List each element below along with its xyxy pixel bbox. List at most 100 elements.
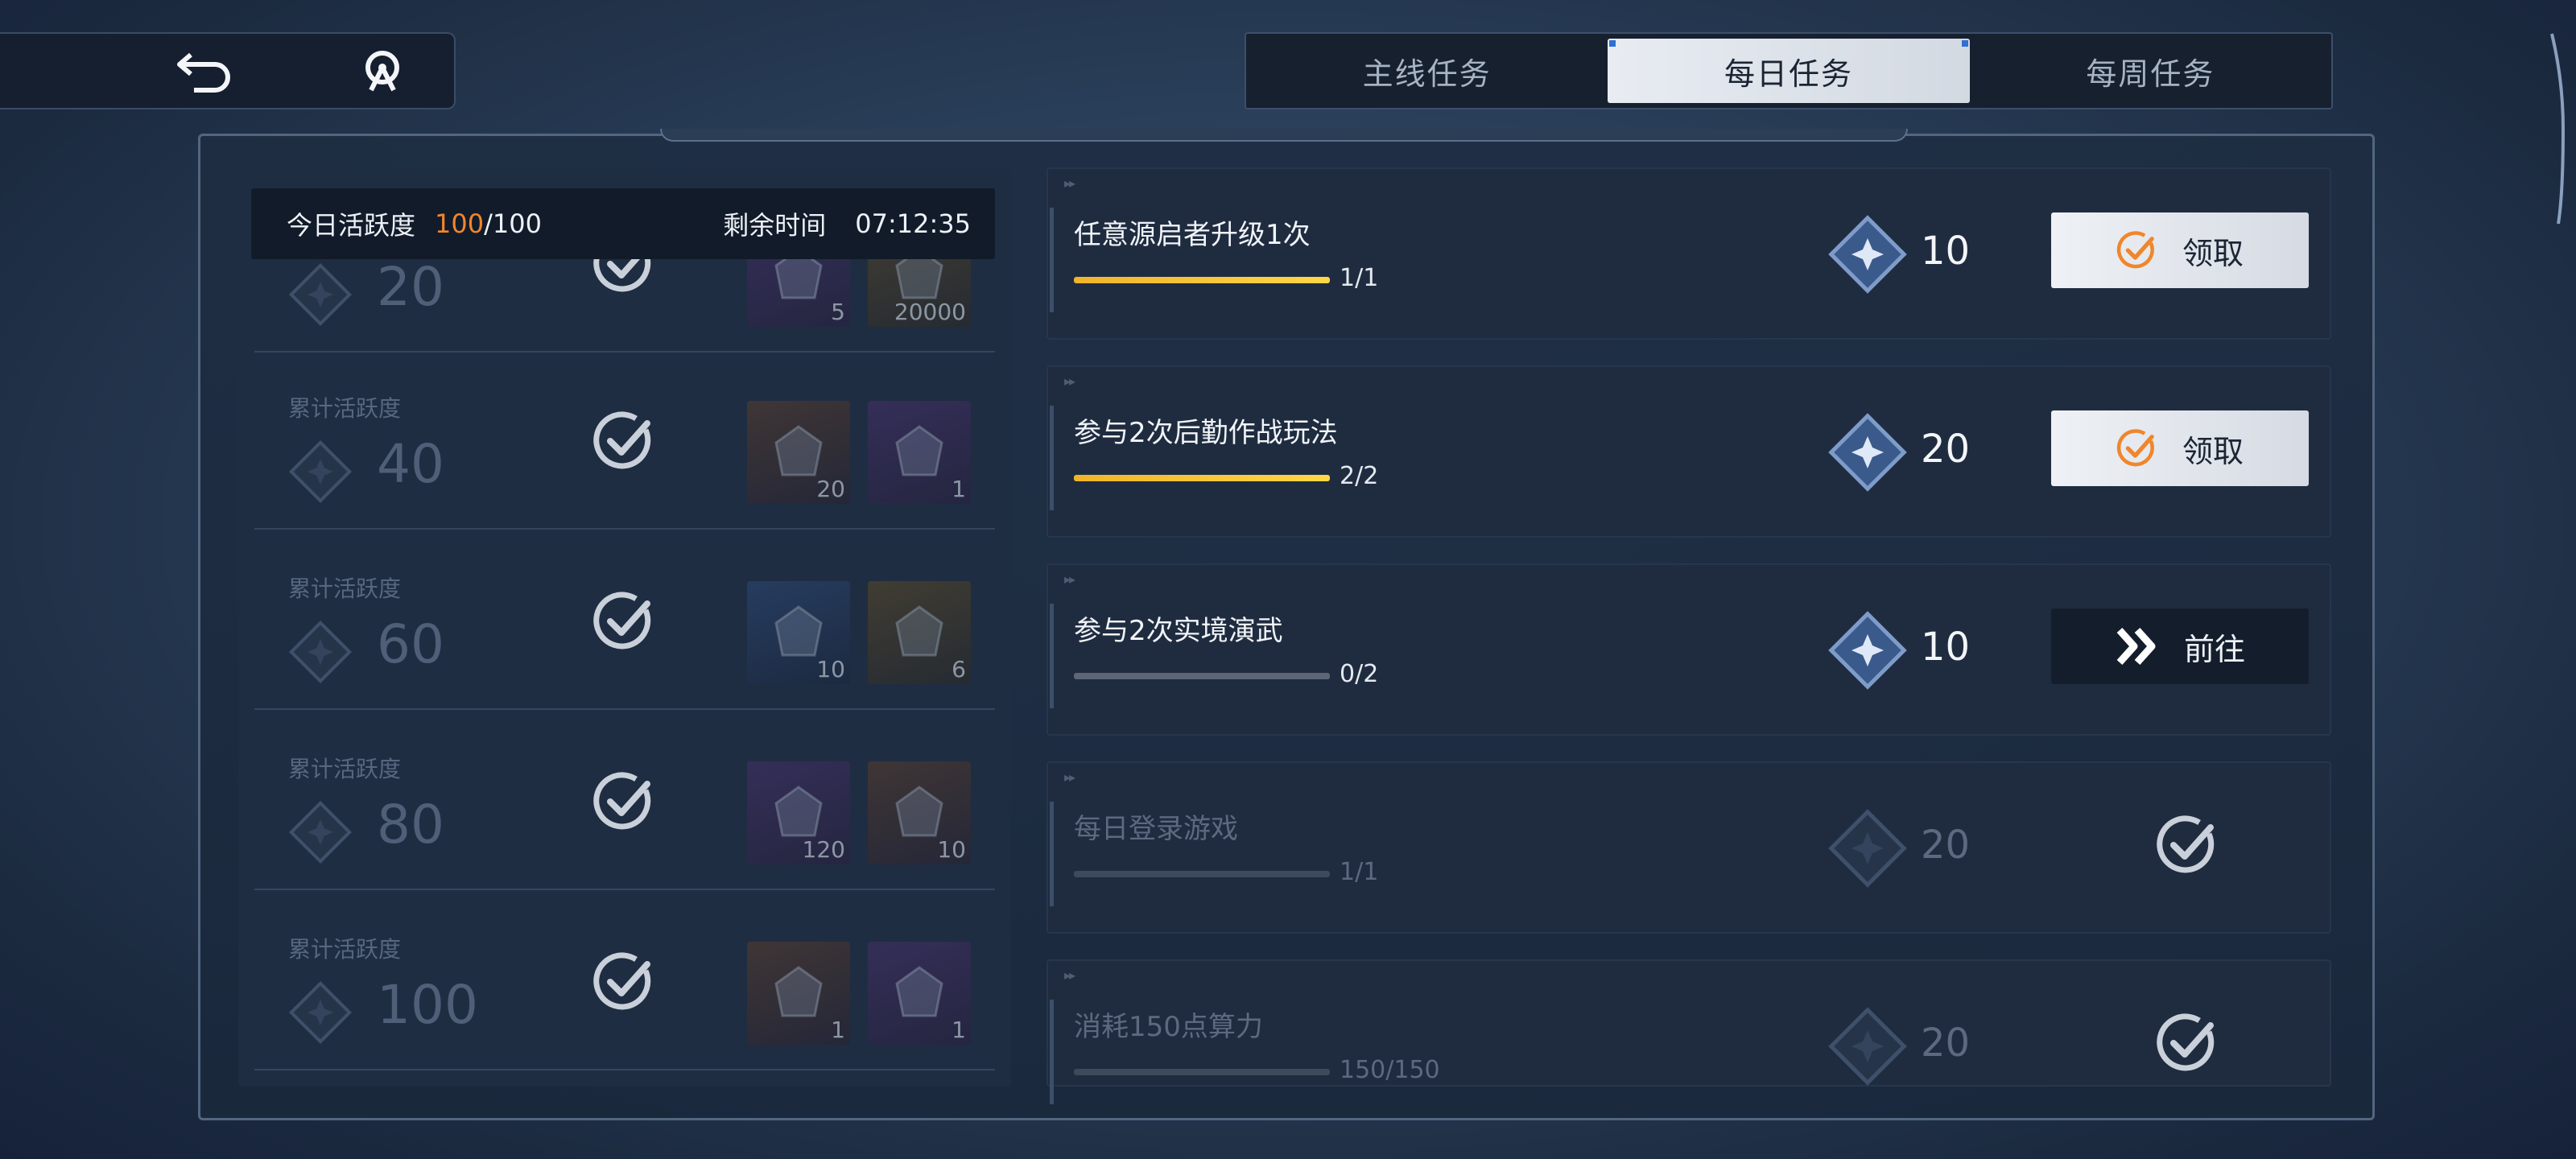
task-title: 参与2次实境演武 (1074, 615, 1283, 647)
task-progress-bar (1074, 871, 1330, 877)
task-accent-bar (1050, 802, 1054, 906)
task-progress-fill (1074, 871, 1330, 877)
claim-check-icon (2116, 229, 2158, 271)
task-title: 消耗150点算力 (1074, 1011, 1263, 1043)
task-reward-amount: 10 (1921, 625, 1971, 670)
claim-button-label: 领取 (2182, 235, 2244, 271)
task-accent-bar (1050, 604, 1054, 708)
activity-diamond-icon (288, 620, 353, 684)
milestone-row: 累计活跃度 100 1 1 (254, 893, 995, 1070)
reward-count: 10 (937, 836, 966, 863)
tab-weekly-quests[interactable]: 每周任务 (1970, 34, 2331, 108)
claim-button[interactable]: 领取 (2051, 410, 2309, 486)
checkmark-circle-icon (593, 952, 651, 1010)
reward-item-icon (895, 425, 943, 476)
task-corner-decoration: ▸▸ (1064, 967, 1075, 983)
reward-item[interactable]: 6 (868, 581, 971, 684)
reward-item[interactable]: 120 (747, 761, 850, 864)
task-card: ▸▸ 消耗150点算力 150/150 20 (1046, 959, 2331, 1104)
claim-button-label: 领取 (2182, 433, 2244, 469)
reward-count: 1 (952, 1017, 966, 1043)
task-reward-diamond (1827, 1006, 1908, 1087)
milestone-claimed-check (592, 950, 657, 1014)
task-progress-text: 1/1 (1340, 264, 1379, 292)
frame-top-ornament (660, 129, 1908, 142)
task-corner-decoration: ▸▸ (1064, 769, 1075, 785)
reward-count: 5 (831, 299, 845, 325)
checkmark-circle-icon (593, 592, 651, 650)
task-accent-bar (1050, 208, 1054, 312)
double-chevron-icon (2115, 627, 2160, 666)
task-title: 参与2次后勤作战玩法 (1074, 417, 1338, 449)
task-card: ▸▸ 每日登录游戏 1/1 20 (1046, 761, 2331, 934)
task-progress-fill (1074, 475, 1330, 481)
reward-item-icon (895, 786, 943, 837)
checkmark-circle-icon (2116, 231, 2154, 269)
reward-item-icon (895, 605, 943, 657)
reward-item-icon (774, 605, 823, 657)
milestone-claimed-check (592, 589, 657, 654)
reward-item[interactable]: 1 (868, 401, 971, 504)
activity-diamond-icon (288, 439, 353, 504)
task-progress-bar (1074, 1069, 1330, 1075)
activity-diamond-icon (288, 980, 353, 1045)
milestone-diamond (288, 980, 353, 1045)
checkmark-circle-icon (593, 772, 651, 830)
back-button[interactable] (161, 42, 250, 100)
scroll-indicator (2550, 33, 2565, 225)
reward-count: 20000 (894, 299, 966, 325)
milestone-value: 40 (377, 433, 444, 495)
milestone-value: 100 (377, 974, 478, 1036)
milestone-claimed-check (592, 769, 657, 834)
checkmark-circle-icon (2157, 815, 2215, 873)
milestone-label: 累计活跃度 (288, 756, 402, 782)
milestone-diamond (288, 620, 353, 684)
task-progress-bar (1074, 475, 1330, 481)
milestone-row: 累计活跃度 80 120 10 (254, 713, 995, 890)
activity-diamond-icon (1828, 809, 1907, 888)
reward-item[interactable]: 10 (747, 581, 850, 684)
activity-max: /100 (484, 208, 542, 239)
milestone-label: 累计活跃度 (288, 936, 402, 963)
reward-item-icon (774, 786, 823, 837)
tab-daily-quests[interactable]: 每日任务 (1608, 39, 1970, 103)
task-progress-text: 0/2 (1340, 660, 1379, 688)
reward-item-icon (895, 966, 943, 1017)
reward-count: 10 (816, 656, 845, 683)
activity-label: 今日活跃度 (287, 210, 416, 241)
task-reward-diamond (1827, 610, 1908, 691)
home-logo-button[interactable] (338, 42, 427, 100)
claim-button[interactable]: 领取 (2051, 212, 2309, 288)
task-reward-diamond (1827, 412, 1908, 493)
task-reward-diamond (1827, 808, 1908, 889)
activity-diamond-icon (288, 262, 353, 327)
go-button[interactable]: 前往 (2051, 608, 2309, 684)
activity-header: 今日活跃度 100 /100 剩余时间 07:12:35 (251, 188, 995, 259)
task-reward-amount: 20 (1921, 823, 1971, 868)
task-progress-text: 1/1 (1340, 858, 1379, 886)
activity-diamond-icon (1828, 611, 1907, 690)
tab-main-quests[interactable]: 主线任务 (1246, 34, 1608, 108)
reward-item[interactable]: 20 (747, 401, 850, 504)
milestone-value: 20 (377, 256, 444, 318)
reward-count: 6 (952, 656, 966, 683)
reward-item-icon (774, 425, 823, 476)
task-corner-decoration: ▸▸ (1064, 175, 1075, 191)
activity-current: 100 (435, 208, 485, 239)
remaining-time-value: 07:12:35 (855, 208, 971, 239)
reward-item[interactable]: 1 (868, 942, 971, 1045)
reward-item[interactable]: 1 (747, 942, 850, 1045)
checkmark-circle-icon (2157, 1013, 2215, 1071)
reward-item[interactable]: 10 (868, 761, 971, 864)
task-reward-diamond (1827, 214, 1908, 295)
task-completed-check (2156, 813, 2220, 877)
milestone-diamond (288, 800, 353, 864)
task-corner-decoration: ▸▸ (1064, 373, 1075, 389)
milestone-diamond (288, 262, 353, 327)
reward-count: 1 (831, 1017, 845, 1043)
task-reward-amount: 20 (1921, 1021, 1971, 1066)
activity-diamond-icon (1828, 1007, 1907, 1086)
milestone-claimed-check (592, 409, 657, 473)
milestone-row: 累计活跃度 40 20 1 (254, 353, 995, 530)
task-accent-bar (1050, 406, 1054, 510)
